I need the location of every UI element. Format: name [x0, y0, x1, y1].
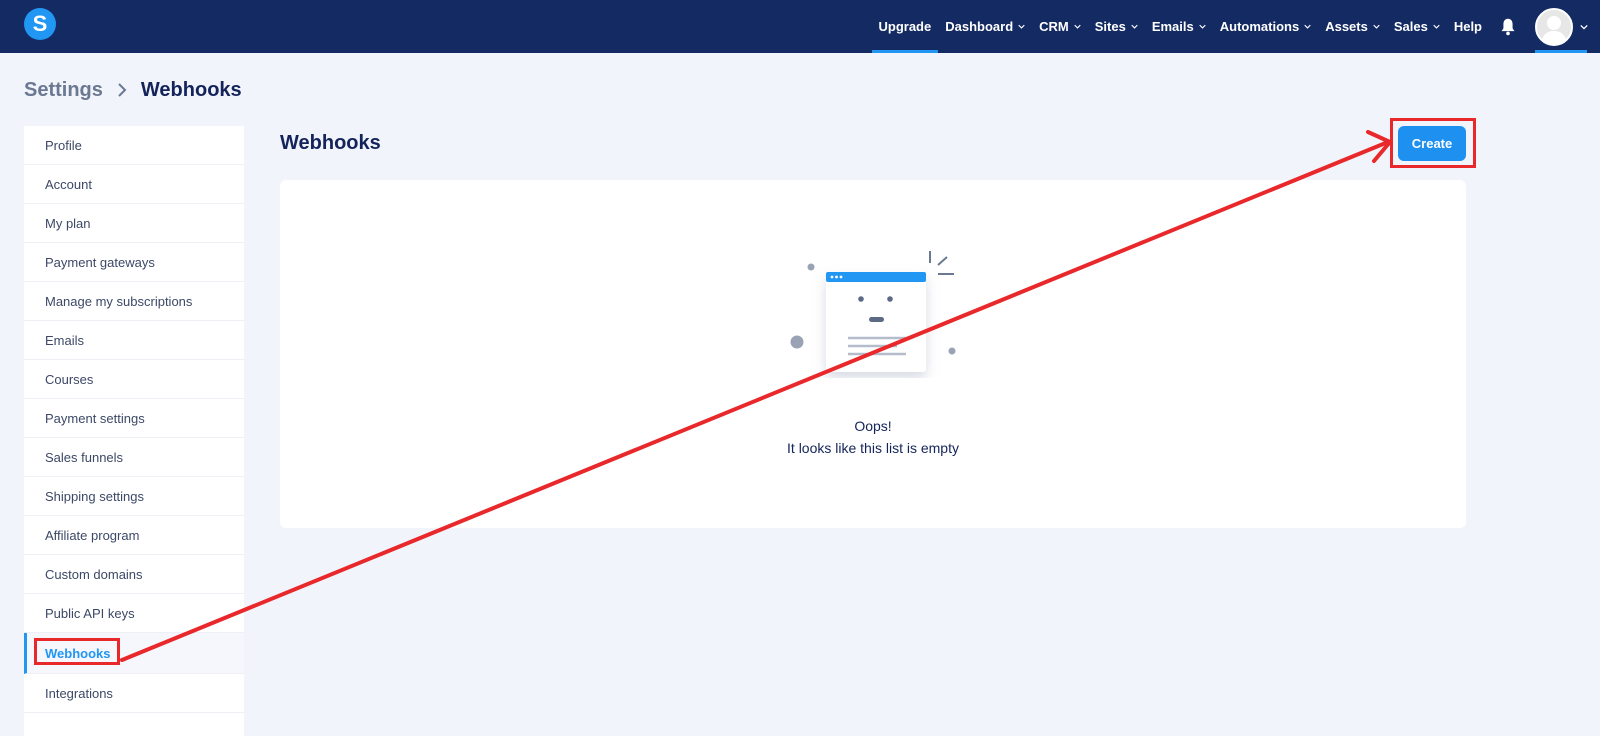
- sidebar-item-sales-funnels[interactable]: Sales funnels: [24, 438, 244, 477]
- nav-dashboard[interactable]: Dashboard: [938, 0, 1032, 53]
- chevron-down-icon: [1304, 24, 1311, 29]
- nav-help-label: Help: [1453, 19, 1482, 34]
- avatar: [1535, 7, 1573, 46]
- nav-assets-label: Assets: [1325, 19, 1368, 34]
- nav-help[interactable]: Help: [1447, 0, 1489, 53]
- chevron-down-icon: [1199, 24, 1206, 29]
- nav-emails-label: Emails: [1151, 19, 1194, 34]
- app-logo[interactable]: S: [24, 8, 56, 40]
- sidebar-item-payment-gateways[interactable]: Payment gateways: [24, 243, 244, 282]
- chevron-down-icon: [1018, 24, 1025, 29]
- sidebar-item-affiliate-program[interactable]: Affiliate program: [24, 516, 244, 555]
- nav-sales-label: Sales: [1393, 19, 1428, 34]
- sidebar-item-label: Custom domains: [45, 566, 143, 582]
- nav-crm[interactable]: CRM: [1032, 0, 1088, 53]
- sidebar-item-label: Account: [45, 176, 92, 192]
- empty-state-subtitle: It looks like this list is empty: [787, 440, 959, 456]
- page-title: Webhooks: [280, 132, 381, 154]
- empty-list-illustration: [790, 251, 956, 372]
- sidebar-item-label: Affiliate program: [45, 527, 140, 543]
- bell-icon[interactable]: [1497, 16, 1519, 38]
- sidebar-item-payment-settings[interactable]: Payment settings: [24, 399, 244, 438]
- sidebar-item-label: Profile: [45, 137, 82, 153]
- nav-assets[interactable]: Assets: [1318, 0, 1387, 53]
- sidebar-item-account[interactable]: Account: [24, 165, 244, 204]
- sidebar-item-custom-domains[interactable]: Custom domains: [24, 555, 244, 594]
- sidebar-item-manage-subscriptions[interactable]: Manage my subscriptions: [24, 282, 244, 321]
- sidebar-item-courses[interactable]: Courses: [24, 360, 244, 399]
- sidebar-item-label: Integrations: [45, 685, 113, 701]
- main-nav: Upgrade Dashboard CRM Sites Emails Autom…: [871, 0, 1600, 53]
- nav-dashboard-label: Dashboard: [945, 19, 1014, 34]
- sidebar-item-label: Shipping settings: [45, 488, 145, 504]
- chevron-down-icon: [1131, 24, 1138, 29]
- breadcrumb-settings-link[interactable]: Settings: [24, 79, 103, 102]
- chevron-down-icon: [1433, 24, 1440, 29]
- breadcrumb: Settings Webhooks: [24, 78, 242, 102]
- nav-sites[interactable]: Sites: [1088, 0, 1145, 53]
- sidebar-item-label: Payment gateways: [45, 254, 155, 270]
- chevron-down-icon: [1074, 24, 1081, 29]
- sidebar-item-label: Public API keys: [45, 605, 135, 621]
- nav-sales[interactable]: Sales: [1387, 0, 1447, 53]
- nav-automations[interactable]: Automations: [1213, 0, 1318, 53]
- empty-state-card: Oops! It looks like this list is empty: [280, 180, 1466, 528]
- chevron-down-icon: [1373, 24, 1380, 29]
- avatar-silhouette-icon: [1541, 15, 1567, 44]
- breadcrumb-current: Webhooks: [140, 78, 242, 101]
- sidebar-item-webhooks[interactable]: Webhooks: [24, 633, 244, 674]
- sidebar-item-label: Emails: [45, 332, 85, 348]
- annotation-highlight-box: [34, 638, 120, 665]
- chevron-right-icon: [118, 83, 127, 97]
- sidebar-item-my-plan[interactable]: My plan: [24, 204, 244, 243]
- sidebar-item-label: Manage my subscriptions: [45, 293, 193, 309]
- create-button[interactable]: Create: [1398, 126, 1466, 161]
- sidebar-item-profile[interactable]: Profile: [24, 126, 244, 165]
- nav-sites-label: Sites: [1094, 19, 1126, 34]
- sidebar-item-emails[interactable]: Emails: [24, 321, 244, 360]
- sidebar-item-public-api-keys[interactable]: Public API keys: [24, 594, 244, 633]
- nav-upgrade[interactable]: Upgrade: [871, 0, 939, 53]
- nav-upgrade-label: Upgrade: [878, 19, 932, 34]
- sidebar-item-shipping-settings[interactable]: Shipping settings: [24, 477, 244, 516]
- chevron-down-icon: [1580, 24, 1588, 30]
- settings-sidebar: Profile Account My plan Payment gateways…: [24, 126, 244, 736]
- empty-state-title: Oops!: [854, 418, 892, 434]
- nav-automations-label: Automations: [1219, 19, 1300, 34]
- sidebar-item-integrations[interactable]: Integrations: [24, 674, 244, 713]
- sidebar-item-label: My plan: [45, 215, 91, 231]
- sidebar-item-label: Sales funnels: [45, 449, 124, 465]
- sidebar-item-label: Payment settings: [45, 410, 145, 426]
- nav-crm-label: CRM: [1039, 19, 1069, 34]
- top-navigation-bar: S Upgrade Dashboard CRM Sites Emails Aut…: [0, 0, 1600, 53]
- sidebar-item-label: Courses: [45, 371, 94, 387]
- user-menu[interactable]: [1529, 0, 1600, 53]
- nav-emails[interactable]: Emails: [1145, 0, 1213, 53]
